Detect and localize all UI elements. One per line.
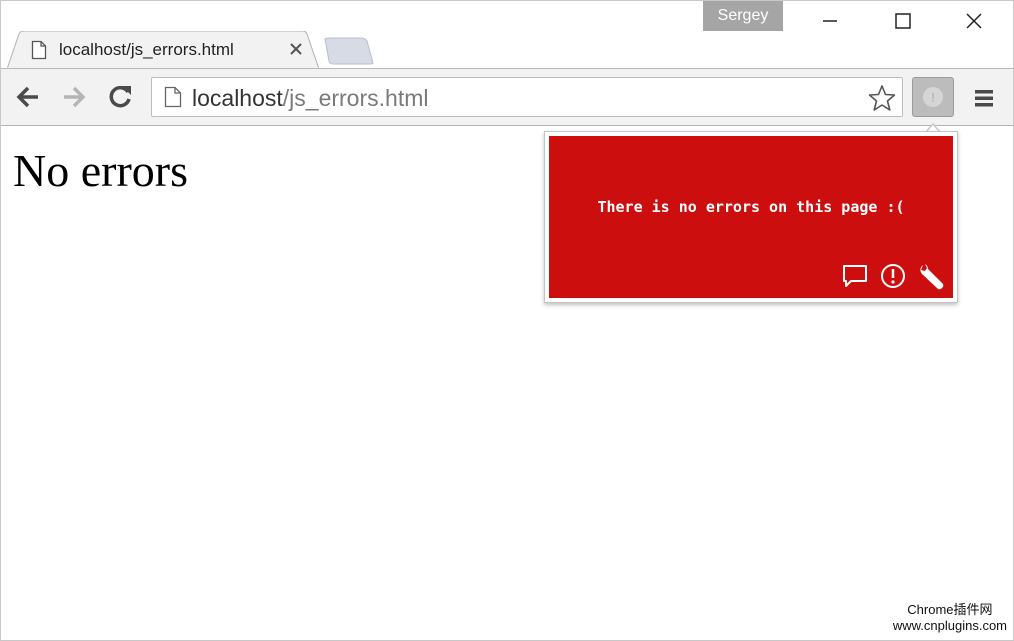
profile-button[interactable]: Sergey — [703, 1, 783, 31]
back-button[interactable] — [13, 82, 43, 112]
svg-text:!: ! — [931, 90, 935, 105]
url-path: /js_errors.html — [282, 85, 429, 111]
minimize-icon — [823, 20, 837, 22]
alert-circle-icon — [881, 264, 905, 288]
watermark-line1: Chrome插件网 — [907, 602, 993, 617]
reload-button[interactable] — [105, 82, 135, 112]
menu-button[interactable] — [969, 83, 999, 113]
comment-button[interactable] — [841, 262, 869, 290]
alert-circle-icon: ! — [923, 87, 943, 107]
watermark-line2: www.cnplugins.com — [892, 618, 1007, 633]
wrench-icon — [920, 264, 944, 290]
page-heading: No errors — [13, 145, 188, 196]
maximize-button[interactable] — [880, 1, 926, 41]
watermark: Chrome插件网 www.cnplugins.com — [893, 602, 1007, 634]
close-icon — [290, 43, 302, 55]
star-icon[interactable] — [868, 84, 896, 112]
tab-active[interactable]: localhost/js_errors.html — [7, 31, 319, 69]
tab-title: localhost/js_errors.html — [59, 40, 234, 59]
new-tab-button[interactable] — [321, 37, 375, 65]
comment-icon — [843, 265, 867, 287]
forward-button[interactable] — [59, 82, 89, 112]
browser-window: Sergey localhost/js_errors.html localhos… — [0, 0, 1014, 641]
popup-actions — [841, 262, 945, 290]
extension-button[interactable]: ! — [912, 77, 954, 117]
extension-popup: There is no errors on this page :( — [544, 131, 958, 303]
popup-panel: There is no errors on this page :( — [549, 136, 953, 298]
close-window-button[interactable] — [951, 1, 997, 41]
reload-icon — [109, 85, 131, 108]
address-bar[interactable]: localhost/js_errors.html — [151, 77, 903, 117]
url-host: localhost — [192, 85, 283, 111]
toolbar: localhost/js_errors.html ! — [1, 68, 1013, 126]
tab-close-button[interactable] — [287, 40, 305, 58]
hamburger-menu-icon — [975, 90, 993, 107]
alert-button[interactable] — [879, 262, 907, 290]
minimize-button[interactable] — [807, 1, 853, 41]
arrow-left-icon — [16, 86, 38, 108]
page-icon — [31, 40, 47, 60]
page-icon — [164, 86, 182, 108]
close-icon — [966, 13, 982, 29]
url-text: localhost/js_errors.html — [192, 85, 428, 112]
popup-message: There is no errors on this page :( — [597, 198, 905, 216]
arrow-right-icon — [64, 86, 86, 108]
settings-button[interactable] — [917, 262, 945, 290]
title-bar: Sergey localhost/js_errors.html — [1, 1, 1013, 69]
maximize-icon — [895, 13, 911, 29]
